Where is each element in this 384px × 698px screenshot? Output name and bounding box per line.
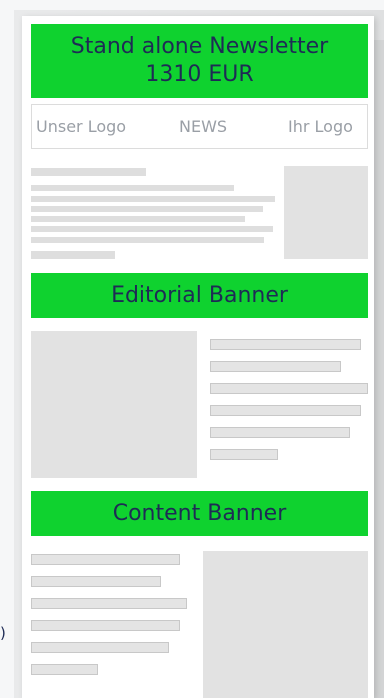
text-line xyxy=(31,251,115,259)
text-line xyxy=(31,168,146,176)
newsletter-header: Unser Logo NEWS Ihr Logo xyxy=(31,104,368,149)
text-line xyxy=(31,554,180,565)
text-line xyxy=(31,642,169,653)
text-line xyxy=(210,449,278,460)
text-line xyxy=(31,237,264,243)
editorial-banner-label: Editorial Banner xyxy=(111,282,288,308)
content-banner: Content Banner xyxy=(31,491,368,536)
text-line xyxy=(31,185,234,191)
unser-logo-label: Unser Logo xyxy=(36,117,127,136)
image-placeholder xyxy=(31,331,197,478)
text-line xyxy=(210,383,368,394)
ihr-logo-label: Ihr Logo xyxy=(288,117,353,136)
news-label: NEWS xyxy=(179,117,228,136)
content-banner-label: Content Banner xyxy=(112,500,287,526)
text-line xyxy=(210,427,350,438)
image-placeholder xyxy=(203,551,368,698)
price-banner-price: 1310 EUR xyxy=(145,62,254,87)
text-line xyxy=(31,206,263,212)
text-line xyxy=(210,361,341,372)
text-line xyxy=(31,216,245,222)
stray-parenthesis: ) xyxy=(0,624,6,642)
text-line xyxy=(31,598,187,609)
text-line xyxy=(31,226,273,232)
text-line xyxy=(31,576,161,587)
text-line xyxy=(210,405,361,416)
text-line xyxy=(31,196,275,202)
price-banner: Stand alone Newsletter 1310 EUR xyxy=(31,24,368,98)
editorial-banner: Editorial Banner xyxy=(31,273,368,318)
price-banner-title: Stand alone Newsletter xyxy=(70,34,329,59)
text-line xyxy=(210,339,361,350)
text-line xyxy=(31,620,180,631)
text-line xyxy=(31,664,98,675)
page-shadow-edge xyxy=(374,40,384,698)
image-placeholder xyxy=(284,166,368,259)
